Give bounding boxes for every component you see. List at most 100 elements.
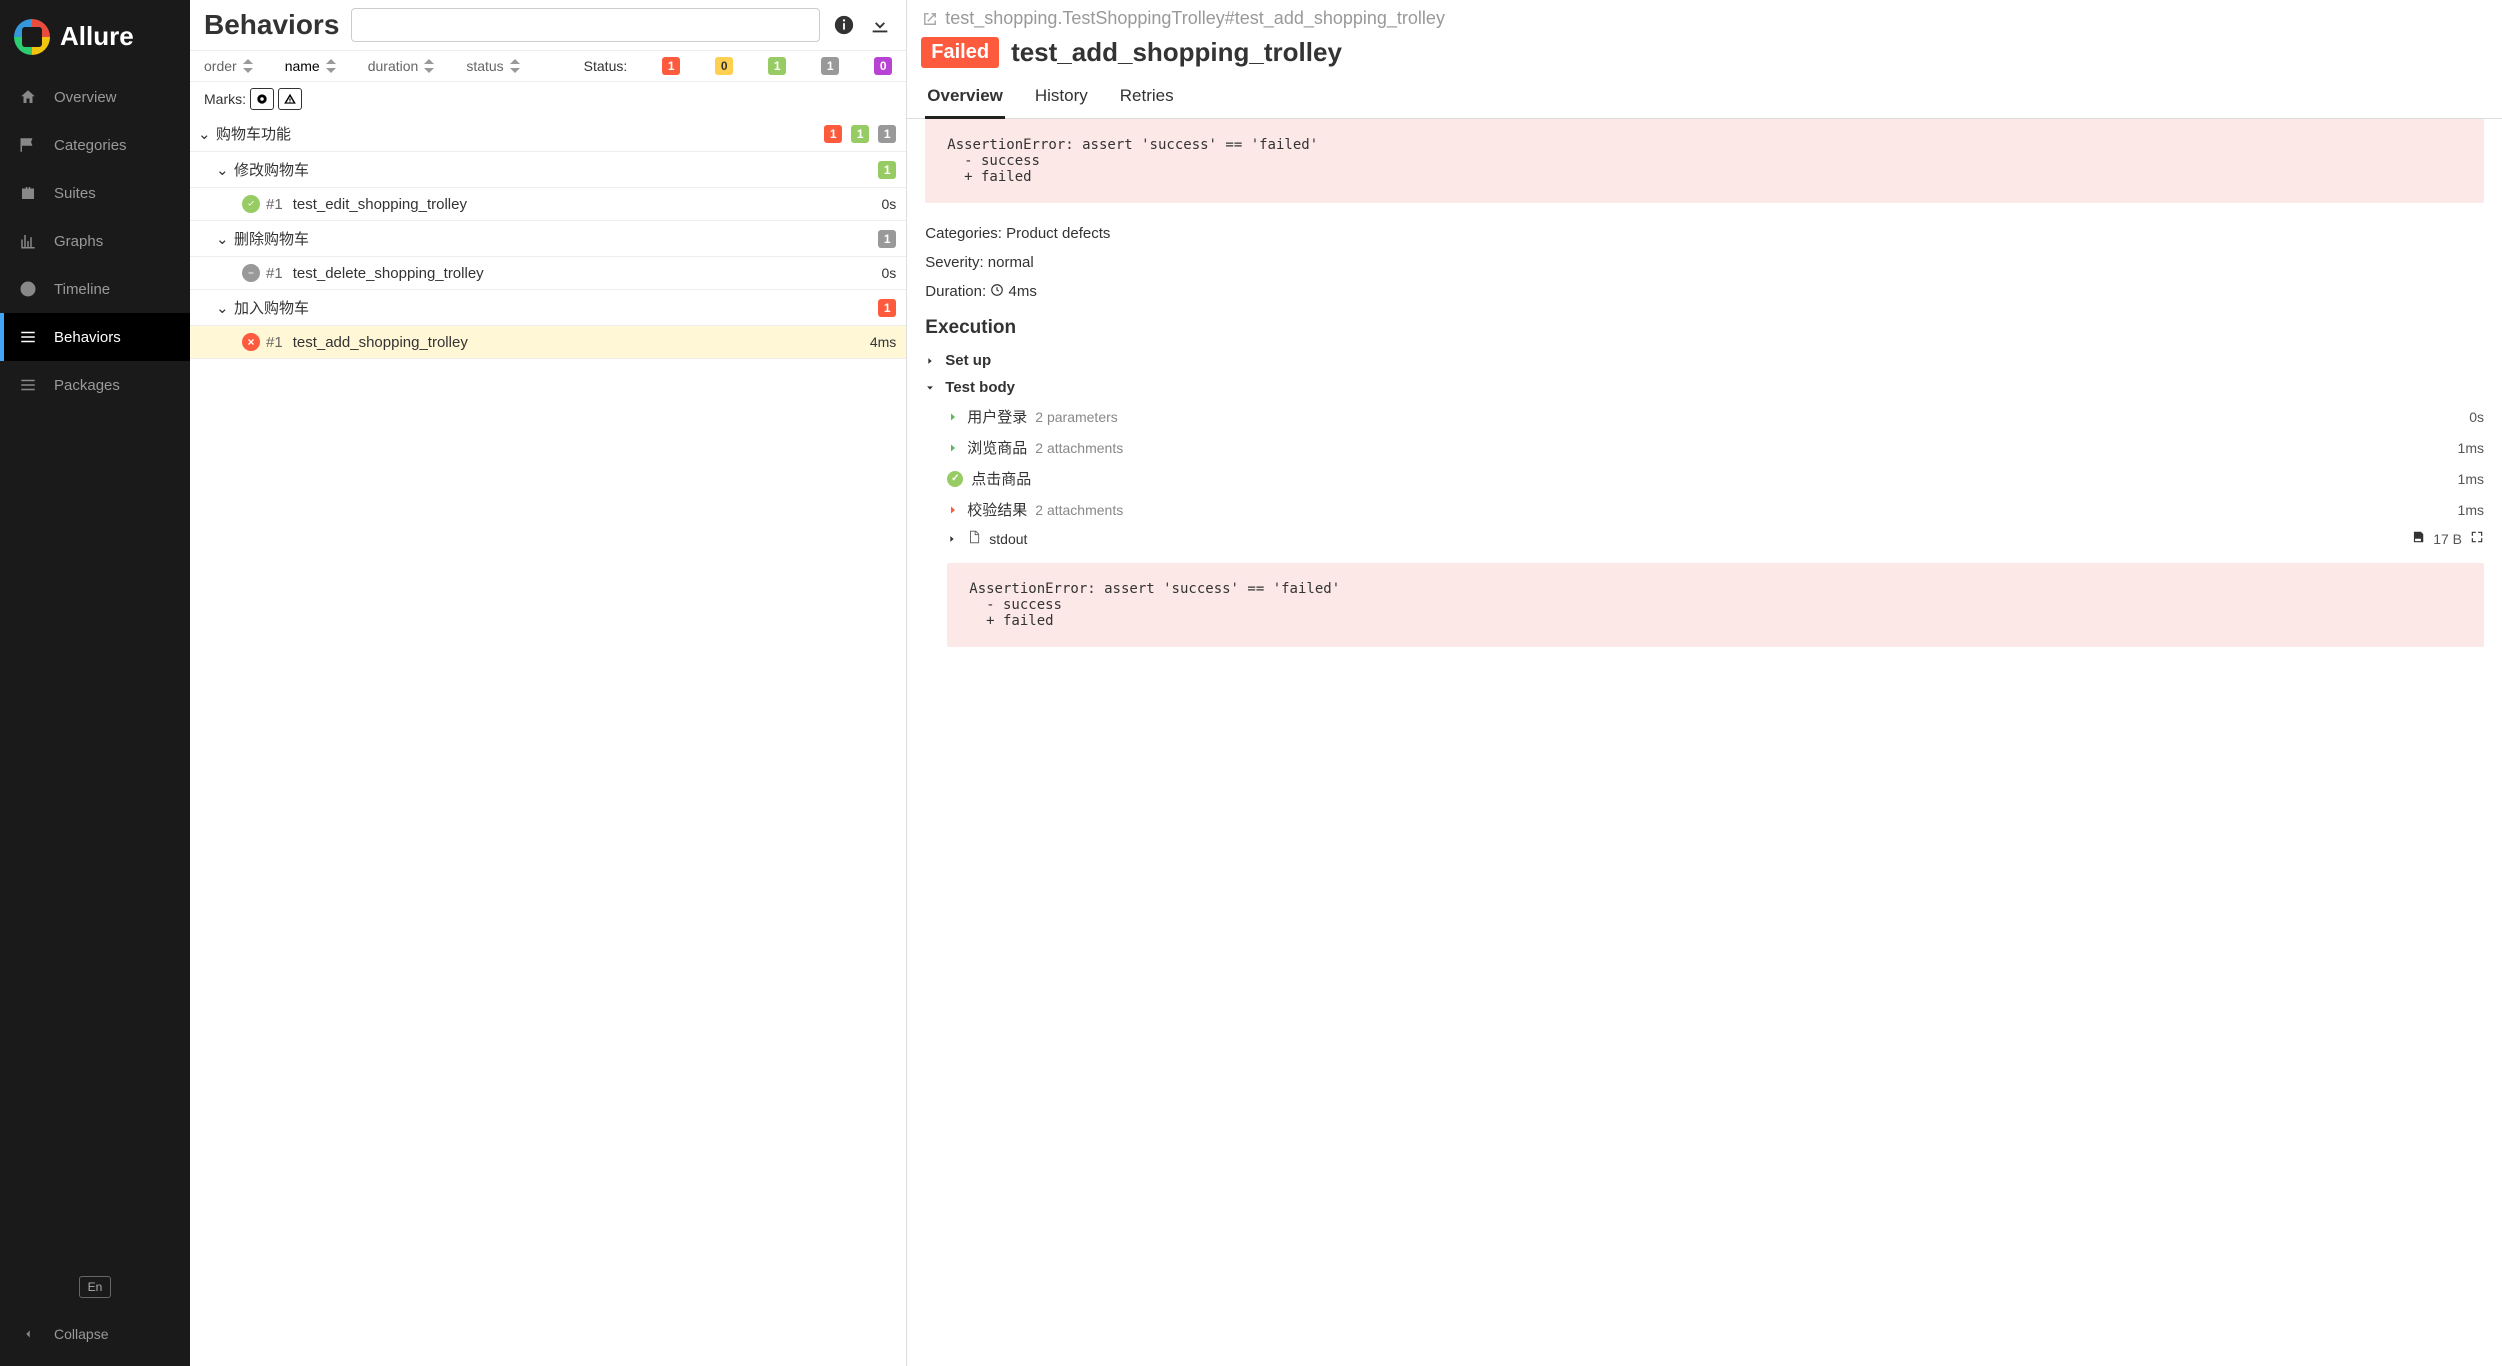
- group-label: 加入购物车: [234, 297, 309, 318]
- flaky-mark-toggle[interactable]: [250, 88, 274, 110]
- collapse-button[interactable]: Collapse: [0, 1314, 190, 1354]
- count-badge: 1: [851, 125, 869, 143]
- count-badge: 1: [878, 161, 896, 179]
- test-name: test_add_shopping_trolley: [293, 334, 468, 351]
- detail-panel: test_shopping.TestShoppingTrolley#test_a…: [907, 0, 2502, 1366]
- logo-icon: [14, 19, 50, 55]
- clock-icon: [18, 279, 38, 299]
- inner-error-message: AssertionError: assert 'success' == 'fai…: [947, 563, 2484, 647]
- tab-retries[interactable]: Retries: [1118, 78, 1176, 118]
- save-icon[interactable]: [2411, 530, 2425, 547]
- meta-severity: Severity: normal: [925, 248, 2484, 277]
- chevron-down-icon: ⌄: [216, 230, 228, 248]
- exec-setup[interactable]: Set up: [925, 347, 2484, 374]
- marks-label: Marks:: [204, 91, 246, 107]
- sidebar-item-packages[interactable]: Packages: [0, 361, 190, 409]
- page-title: Behaviors: [204, 9, 339, 41]
- sidebar-item-graphs[interactable]: Graphs: [0, 217, 190, 265]
- test-number: #1: [266, 334, 283, 351]
- tree-test[interactable]: #1 test_delete_shopping_trolley 0s: [190, 257, 906, 290]
- status-badge-passed[interactable]: 1: [768, 57, 786, 75]
- detail-body: AssertionError: assert 'success' == 'fai…: [907, 119, 2502, 1366]
- exec-step[interactable]: 校验结果 2 attachments 1ms: [925, 494, 2484, 525]
- breadcrumb-text: test_shopping.TestShoppingTrolley#test_a…: [945, 8, 1445, 29]
- sort-order[interactable]: order: [204, 58, 253, 74]
- meta-duration: Duration: 4ms: [925, 277, 2484, 307]
- sort-label: status: [466, 58, 503, 74]
- tree-test[interactable]: #1 test_edit_shopping_trolley 0s: [190, 188, 906, 221]
- download-icon[interactable]: [868, 13, 892, 37]
- tree-test-selected[interactable]: #1 test_add_shopping_trolley 4ms: [190, 326, 906, 359]
- status-badge-unknown[interactable]: 0: [874, 57, 892, 75]
- language-selector[interactable]: En: [79, 1276, 111, 1298]
- step-name: 用户登录: [967, 406, 1027, 427]
- title-row: Failed test_add_shopping_trolley: [907, 33, 2502, 78]
- exec-testbody[interactable]: Test body: [925, 374, 2484, 401]
- tree-group[interactable]: ⌄ 修改购物车 1: [190, 152, 906, 188]
- info-icon[interactable]: [832, 13, 856, 37]
- sort-duration[interactable]: duration: [368, 58, 435, 74]
- chevron-right-icon: [947, 504, 959, 516]
- status-badge-failed[interactable]: 1: [662, 57, 680, 75]
- sidebar-item-timeline[interactable]: Timeline: [0, 265, 190, 313]
- step-name: 校验结果: [967, 499, 1027, 520]
- sidebar-item-categories[interactable]: Categories: [0, 121, 190, 169]
- home-icon: [18, 87, 38, 107]
- step-name: 点击商品: [971, 468, 1031, 489]
- testbody-label: Test body: [945, 379, 1015, 396]
- sidebar-item-label: Categories: [54, 137, 127, 154]
- new-mark-toggle[interactable]: [278, 88, 302, 110]
- group-label: 删除购物车: [234, 228, 309, 249]
- test-duration: 0s: [881, 265, 896, 281]
- chevron-right-icon: [947, 442, 959, 454]
- sidebar-nav: Overview Categories Suites Graphs Timeli…: [0, 73, 190, 1276]
- expand-icon[interactable]: [2470, 530, 2484, 547]
- sort-arrows-icon: [510, 59, 520, 73]
- detail-tabs: Overview History Retries: [907, 78, 2502, 119]
- sidebar-item-behaviors[interactable]: Behaviors: [0, 313, 190, 361]
- count-badge: 1: [878, 125, 896, 143]
- sort-status[interactable]: status: [466, 58, 519, 74]
- sort-label: order: [204, 58, 237, 74]
- test-name: test_delete_shopping_trolley: [293, 265, 484, 282]
- sidebar-item-overview[interactable]: Overview: [0, 73, 190, 121]
- exec-step[interactable]: 浏览商品 2 attachments 1ms: [925, 432, 2484, 463]
- chevron-down-icon: ⌄: [198, 125, 210, 143]
- step-duration: 1ms: [2458, 440, 2484, 456]
- exec-step[interactable]: 用户登录 2 parameters 0s: [925, 401, 2484, 432]
- sort-arrows-icon: [326, 59, 336, 73]
- menu-icon: [18, 375, 38, 395]
- tab-history[interactable]: History: [1033, 78, 1090, 118]
- test-duration: 4ms: [870, 334, 896, 350]
- stdout-row[interactable]: stdout 17 B: [925, 525, 2484, 557]
- sidebar-header: Allure: [0, 0, 190, 73]
- exec-step[interactable]: 点击商品 1ms: [925, 463, 2484, 494]
- chevron-down-icon: ⌄: [216, 299, 228, 317]
- status-badge-skip[interactable]: 1: [821, 57, 839, 75]
- chevron-right-icon: [947, 411, 959, 423]
- test-name: test_edit_shopping_trolley: [293, 196, 467, 213]
- link-icon[interactable]: [921, 10, 939, 28]
- error-message: AssertionError: assert 'success' == 'fai…: [925, 119, 2484, 203]
- step-name: 浏览商品: [967, 437, 1027, 458]
- sidebar-item-label: Graphs: [54, 233, 103, 250]
- tree-group[interactable]: ⌄ 删除购物车 1: [190, 221, 906, 257]
- sort-name[interactable]: name: [285, 58, 336, 74]
- search-input[interactable]: [351, 8, 820, 42]
- sidebar-item-label: Overview: [54, 89, 117, 106]
- tree-group[interactable]: ⌄ 加入购物车 1: [190, 290, 906, 326]
- sidebar-item-suites[interactable]: Suites: [0, 169, 190, 217]
- briefcase-icon: [18, 183, 38, 203]
- tab-overview[interactable]: Overview: [925, 78, 1005, 119]
- breadcrumb: test_shopping.TestShoppingTrolley#test_a…: [907, 0, 2502, 33]
- status-label: Status:: [584, 58, 628, 74]
- sidebar-item-label: Packages: [54, 377, 120, 394]
- passed-icon: [947, 471, 963, 487]
- count-badge: 1: [878, 230, 896, 248]
- step-duration: 0s: [2469, 409, 2484, 425]
- status-badge-broken[interactable]: 0: [715, 57, 733, 75]
- tree-group[interactable]: ⌄ 购物车功能 1 1 1: [190, 116, 906, 152]
- chevron-down-icon: ⌄: [216, 161, 228, 179]
- flag-icon: [18, 135, 38, 155]
- sidebar-item-label: Behaviors: [54, 329, 121, 346]
